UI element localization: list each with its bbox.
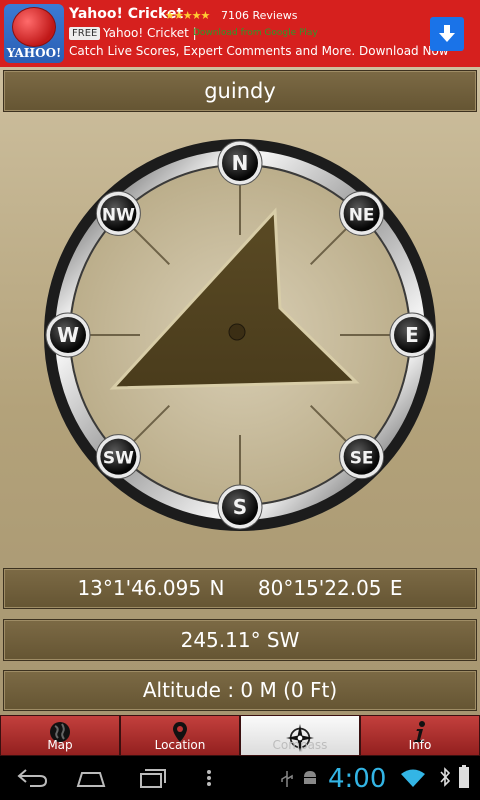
heading-readout: 245.11° SW xyxy=(3,619,477,661)
direction-w: W xyxy=(45,312,91,358)
tab-compass-label: Compass xyxy=(272,738,328,752)
direction-e: E xyxy=(389,312,435,358)
direction-se: SE xyxy=(339,434,385,480)
location-name: guindy xyxy=(3,70,477,112)
direction-ne: NE xyxy=(339,190,385,236)
rating-stars-icon: ★★★★★ xyxy=(165,9,210,22)
google-play-text: Download from Google Play xyxy=(193,28,318,38)
altitude-readout: Altitude : 0 M (0 Ft) xyxy=(3,670,477,711)
tab-compass[interactable]: Compass xyxy=(240,715,360,756)
direction-label: NE xyxy=(349,205,375,225)
ad-reviews: 7106 Reviews xyxy=(221,9,298,22)
recent-apps-icon[interactable] xyxy=(139,767,167,789)
tab-info[interactable]: Info xyxy=(360,715,480,756)
status-clock: 4:00 xyxy=(328,764,387,794)
direction-label: SW xyxy=(103,449,134,469)
overflow-menu-icon[interactable] xyxy=(206,769,212,787)
direction-sw: SW xyxy=(95,434,141,480)
direction-s: S xyxy=(217,484,263,530)
tab-map-label: Map xyxy=(47,738,73,752)
logo-text: YAHOO! xyxy=(6,46,62,60)
direction-nw: NW xyxy=(95,190,141,236)
needle-pivot xyxy=(228,323,246,341)
wifi-icon xyxy=(401,769,425,787)
yahoo-cricket-logo: YAHOO! xyxy=(4,4,64,63)
coordinates-panel: 13°1'46.095 N 80°15'22.05 E xyxy=(3,568,477,609)
ad-description: Catch Live Scores, Expert Comments and M… xyxy=(69,44,449,58)
cricket-ball-icon xyxy=(12,7,56,47)
tab-info-label: Info xyxy=(408,738,432,752)
back-icon[interactable] xyxy=(16,768,48,788)
free-badge: FREE xyxy=(69,27,101,40)
direction-label: NW xyxy=(102,205,135,225)
home-icon[interactable] xyxy=(76,770,106,788)
tab-location-label: Location xyxy=(154,738,206,752)
bluetooth-icon xyxy=(440,767,450,787)
compass-app: guindy N NE E SE S SW W NW 13°1'46.095 N… xyxy=(0,67,480,756)
usb-icon xyxy=(281,771,293,787)
battery-icon xyxy=(459,765,469,788)
download-arrow-icon xyxy=(439,25,455,42)
latitude: 13°1'46.095 N xyxy=(77,576,225,600)
direction-label: N xyxy=(232,151,249,175)
system-nav-bar: 4:00 xyxy=(0,756,480,800)
ad-banner[interactable]: YAHOO! Yahoo! Cricket ★★★★★ 7106 Reviews… xyxy=(0,0,480,67)
ad-app-name: Yahoo! Cricket | xyxy=(103,26,197,40)
direction-label: S xyxy=(233,495,247,519)
bottom-tab-bar: Map Location Compass Info xyxy=(0,715,480,756)
download-button[interactable] xyxy=(430,17,464,51)
tab-location[interactable]: Location xyxy=(120,715,240,756)
direction-label: SE xyxy=(350,449,374,469)
tab-map[interactable]: Map xyxy=(0,715,120,756)
direction-n: N xyxy=(217,140,263,186)
android-debug-icon xyxy=(304,771,316,784)
direction-label: E xyxy=(405,323,419,347)
direction-label: W xyxy=(57,323,79,347)
longitude: 80°15'22.05 E xyxy=(257,576,403,600)
compass-dial: N NE E SE S SW W NW xyxy=(44,139,436,531)
